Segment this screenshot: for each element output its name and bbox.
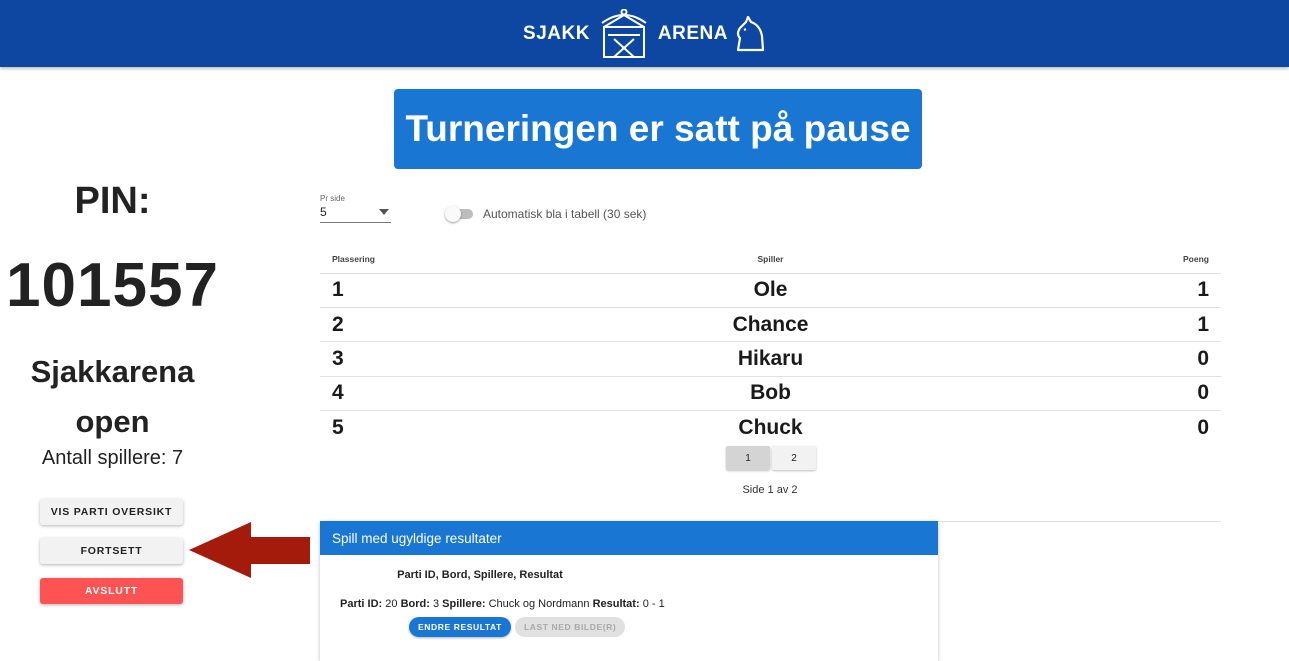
logo-text-left: SJAKK <box>523 22 590 44</box>
invalid-results-card: Spill med ugyldige resultater Parti ID, … <box>320 521 938 661</box>
table-row: 3 Hikaru 0 <box>320 341 1221 377</box>
game-result: 0 - 1 <box>642 598 665 610</box>
points-cell: 1 <box>1021 273 1221 308</box>
column-header-placement: Plassering <box>320 246 520 274</box>
game-players-label: Spillere: <box>442 598 486 610</box>
player-cell: Chance <box>520 307 1021 343</box>
game-players: Chuck og Nordmann <box>488 598 590 610</box>
points-cell: 0 <box>1197 416 1209 439</box>
pin-value: 101557 <box>6 251 219 320</box>
per-page-select[interactable]: Pr side 5 <box>320 194 391 223</box>
edit-result-button[interactable]: ENDRE RESULTAT <box>409 617 511 637</box>
column-header-player: Spiller <box>520 246 1021 274</box>
pagination: 1 2 <box>726 446 816 470</box>
game-result-label: Resultat: <box>592 598 640 610</box>
player-cell: Chuck <box>738 416 803 439</box>
placement-cell: 4 <box>320 376 520 412</box>
invalid-results-title: Spill med ugyldige resultater <box>320 521 938 555</box>
knight-icon <box>736 15 765 51</box>
per-page-value: 5 <box>320 205 327 219</box>
player-count: Antall spillere: 7 <box>41 447 184 469</box>
toggle-thumb <box>445 206 461 222</box>
sjakkarena-logo[interactable]: SJAKK ARENA <box>523 8 766 59</box>
per-page-value-box[interactable]: 5 <box>320 205 391 223</box>
placement-cell: 5 <box>332 416 344 439</box>
download-images-button[interactable]: LAST NED BILDE(R) <box>514 617 626 637</box>
auto-scroll-toggle[interactable]: Automatisk bla i tabell (30 sek) <box>445 206 647 222</box>
chevron-down-icon <box>379 209 389 215</box>
toggle-switch[interactable] <box>445 206 473 222</box>
top-app-bar: SJAKK ARENA <box>0 0 1289 67</box>
invalid-game-actions: ENDRE RESULTAT LAST NED BILDE(R) <box>409 617 626 637</box>
page-button-1[interactable]: 1 <box>726 446 770 470</box>
paused-banner: Turneringen er satt på pause <box>394 89 922 169</box>
pin-label: PIN: <box>74 180 151 222</box>
table-row: 1 Ole 1 <box>320 273 1221 308</box>
table-row: 2 Chance 1 <box>320 307 1221 343</box>
invalid-game-row: Parti ID: 20 Bord: 3 Spillere: Chuck og … <box>340 598 665 610</box>
points-cell: 0 <box>1021 376 1221 412</box>
game-id: 20 <box>385 598 398 610</box>
game-overview-button[interactable]: VIS PARTI OVERSIKT <box>40 499 183 525</box>
placement-cell: 1 <box>320 273 520 308</box>
game-table: 3 <box>432 598 440 610</box>
tournament-name: Sjakkarena open <box>30 354 195 439</box>
page-button-2[interactable]: 2 <box>772 446 816 470</box>
player-cell: Bob <box>520 376 1021 412</box>
placement-cell: 3 <box>320 341 520 377</box>
continue-button[interactable]: FORTSETT <box>40 538 183 564</box>
logo-text-right: ARENA <box>657 22 728 44</box>
player-cell: Hikaru <box>520 341 1021 377</box>
standings-table: Plassering Spiller Poeng 1 Ole 1 2 Chanc… <box>320 246 1221 445</box>
invalid-results-columns: Parti ID, Bord, Spillere, Resultat <box>397 569 563 581</box>
game-table-label: Bord: <box>400 598 430 610</box>
placement-cell: 2 <box>320 307 520 343</box>
game-id-label: Parti ID: <box>340 598 383 610</box>
table-header-row: Plassering Spiller Poeng <box>320 246 1221 274</box>
table-row: 4 Bob 0 <box>320 376 1221 412</box>
points-cell: 0 <box>1021 341 1221 377</box>
arena-building-icon <box>601 8 647 58</box>
player-cell: Ole <box>520 273 1021 308</box>
per-page-label: Pr side <box>320 194 345 203</box>
end-tournament-button[interactable]: AVSLUTT <box>40 578 183 604</box>
points-cell: 1 <box>1021 307 1221 343</box>
auto-scroll-label: Automatisk bla i tabell (30 sek) <box>483 207 647 221</box>
page-info: Side 1 av 2 <box>742 484 798 496</box>
table-row: 5 Chuck 0 <box>320 411 1221 445</box>
column-header-points: Poeng <box>1021 246 1221 274</box>
red-arrow-pointer <box>189 522 310 578</box>
